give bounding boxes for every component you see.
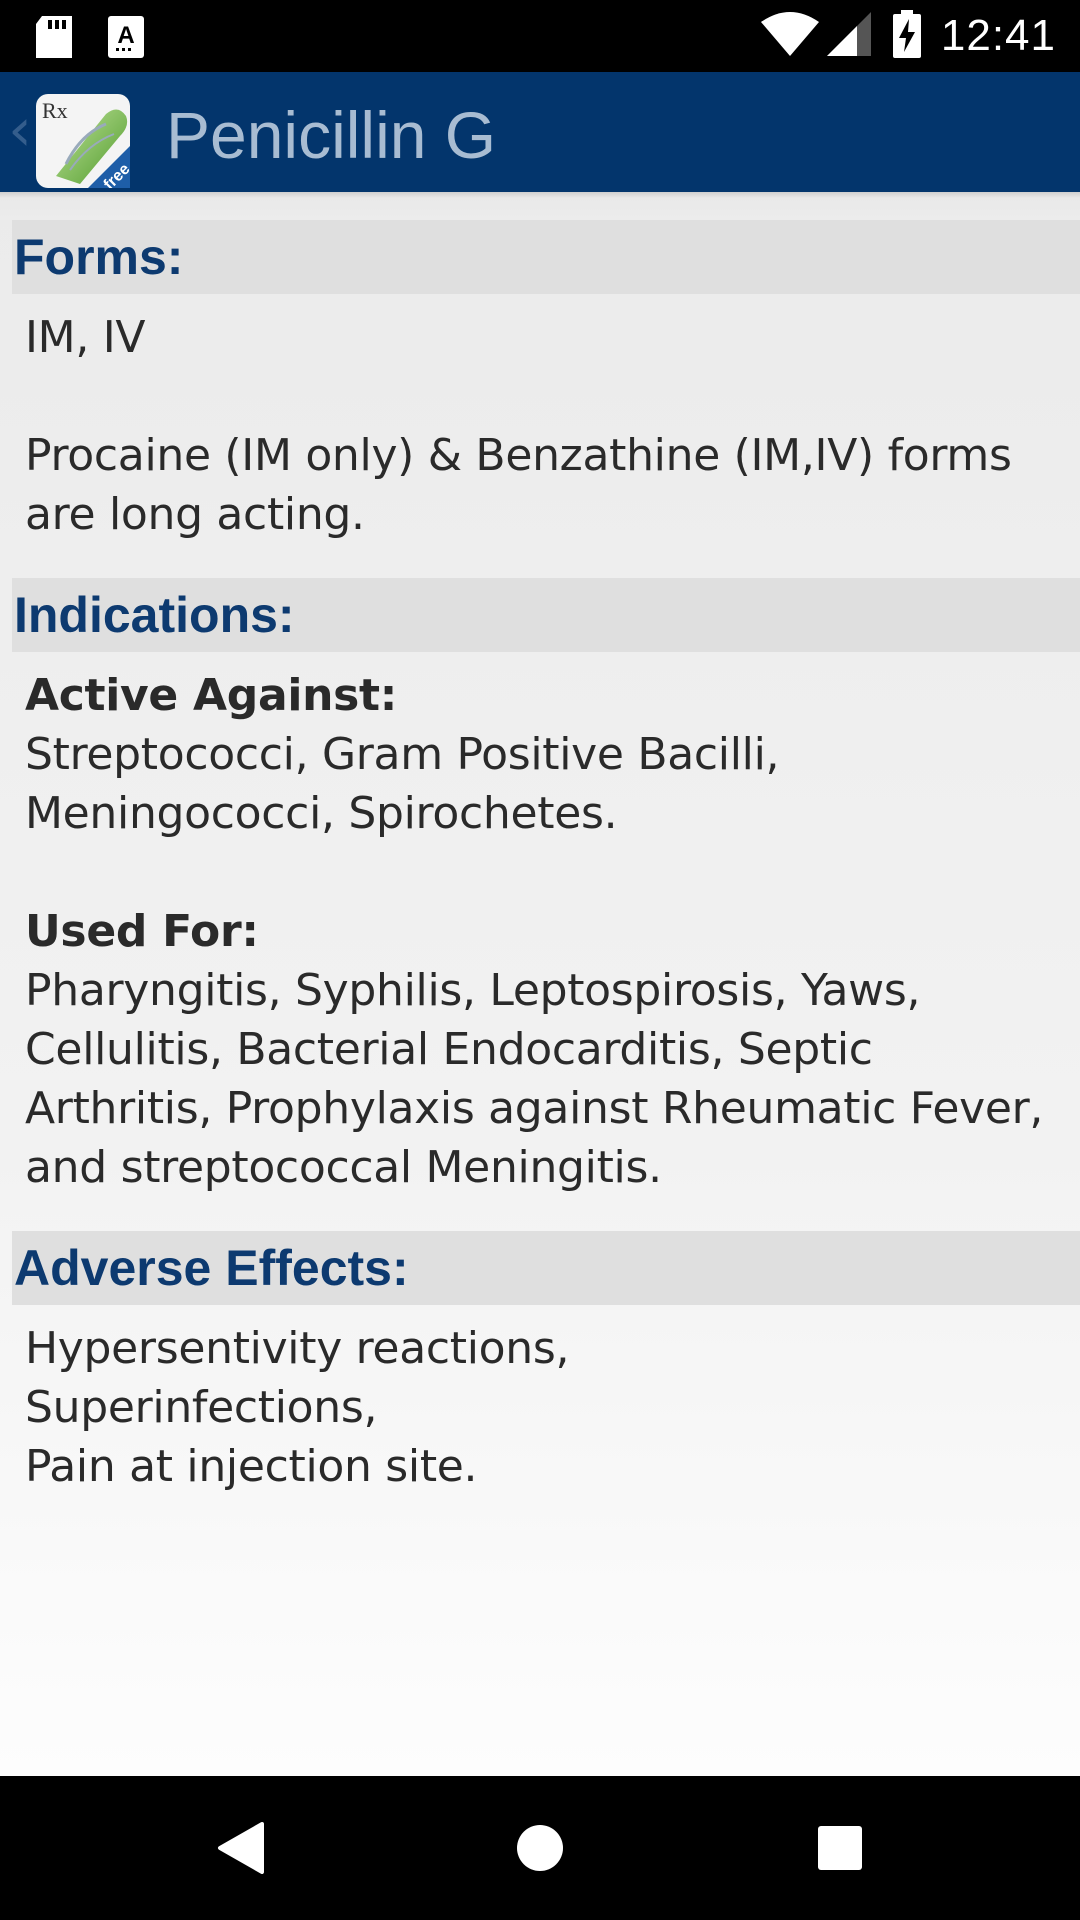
appbar-shadow [0,192,1080,220]
indications-header: Indications: [12,578,1080,652]
indications-body: Active Against: Streptococci, Gram Posit… [0,652,1080,1231]
used-for-line: Pharyngitis, Syphilis, Leptospirosis, Ya… [25,965,921,1016]
forms-note-line: are long acting. [25,489,365,540]
used-for-line: Cellulitis, Bacterial Endocarditis, Sept… [25,1024,873,1075]
recents-square-icon[interactable] [796,1776,884,1920]
active-against-label: Active Against: [25,670,398,721]
home-circle-icon[interactable] [496,1776,584,1920]
chevron-left-icon[interactable]: ‹ [8,100,32,160]
signal-icon [826,11,871,61]
page-title: Penicillin G [166,98,497,172]
status-bar: A 12:41 [0,0,1080,72]
status-time: 12:41 [940,11,1056,60]
app-bar: ‹ Rx free Penicillin G [0,72,1080,193]
sd-card-icon [36,16,72,63]
back-triangle-icon[interactable] [196,1776,284,1920]
indications-section: Indications: Active Against: Streptococc… [0,578,1080,1231]
navigation-bar [0,1776,1080,1920]
forms-section: Forms: IM, IV Procaine (IM only) & Benza… [0,220,1080,578]
battery-charging-icon [892,9,921,63]
active-against-line: Meningococci, Spirochetes. [25,788,618,839]
forms-header: Forms: [12,220,1080,294]
used-for-line: and streptococcal Meningitis. [25,1142,662,1193]
forms-body: IM, IV Procaine (IM only) & Benzathine (… [0,294,1080,578]
adverse-effect-line: Superinfections, [25,1382,378,1433]
wifi-icon [760,11,819,61]
adverse-effects-section: Adverse Effects: Hypersentivity reaction… [0,1231,1080,1530]
svg-text:A: A [117,22,134,49]
forms-routes: IM, IV [25,312,146,363]
drug-detail-content[interactable]: Forms: IM, IV Procaine (IM only) & Benza… [0,192,1080,1776]
app-icon-rx: Rx [42,98,68,123]
adverse-effect-line: Pain at injection site. [25,1441,478,1492]
active-against-line: Streptococci, Gram Positive Bacilli, [25,729,780,780]
adverse-effects-body: Hypersentivity reactions, Superinfection… [0,1305,1080,1530]
forms-note-line: Procaine (IM only) & Benzathine (IM,IV) … [25,430,1012,481]
adverse-effects-header: Adverse Effects: [12,1231,1080,1305]
used-for-line: Arthritis, Prophylaxis against Rheumatic… [25,1083,1044,1134]
notification-a-icon: A [108,16,144,63]
rx-pill-free-icon[interactable]: Rx free [36,94,134,193]
used-for-label: Used For: [25,906,259,957]
adverse-effect-line: Hypersentivity reactions, [25,1323,570,1374]
